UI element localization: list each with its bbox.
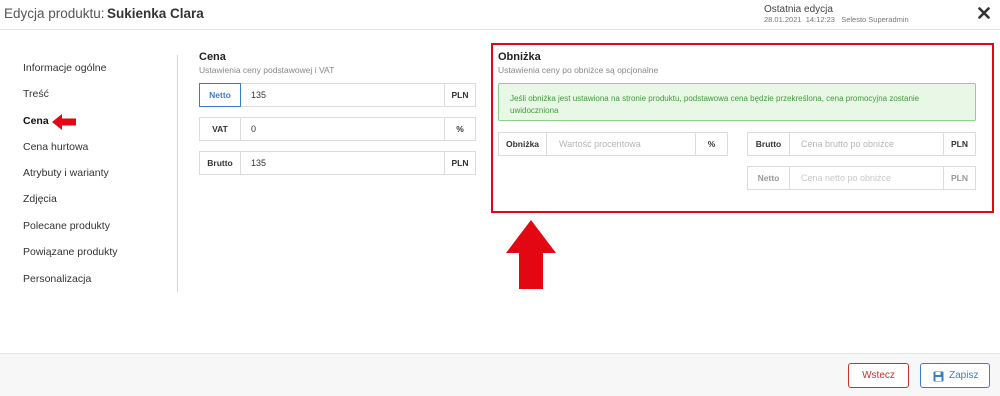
brutto-label: Brutto (200, 152, 241, 174)
sidebar-item-wholesale-price[interactable]: Cena hurtowa (23, 141, 88, 153)
price-section-title: Cena (199, 51, 226, 63)
discount-section-title: Obniżka (498, 51, 541, 63)
sidebar-item-recommended[interactable]: Polecane produkty (23, 220, 110, 232)
discount-netto-input[interactable]: Cena netto po obniżce (801, 167, 891, 189)
save-button-label: Zapisz (949, 370, 979, 381)
discount-brutto-unit: PLN (943, 133, 975, 155)
discount-netto-label: Netto (748, 167, 790, 189)
brutto-value[interactable]: 135 (251, 152, 266, 174)
last-edit-user: Selesto Superadmin (841, 15, 909, 24)
discount-percent-input[interactable]: Wartość procentowa (559, 133, 641, 155)
vat-value[interactable]: 0 (251, 118, 256, 140)
modal-header: Edycja produktu: Sukienka Clara Ostatnia… (0, 0, 1000, 30)
annotation-arrow-up-icon (506, 220, 556, 289)
discount-brutto-field[interactable]: Brutto Cena brutto po obniżce PLN (747, 132, 976, 156)
modal-footer: Wstecz Zapisz (0, 353, 1000, 396)
sidebar-item-related[interactable]: Powiązane produkty (23, 246, 118, 258)
netto-value[interactable]: 135 (251, 84, 266, 106)
netto-label: Netto (199, 83, 241, 107)
netto-unit: PLN (444, 84, 475, 106)
vat-label: VAT (200, 118, 241, 140)
brutto-unit: PLN (444, 152, 475, 174)
save-button[interactable]: Zapisz (920, 363, 990, 388)
sidebar-item-general-info[interactable]: Informacje ogólne (23, 62, 106, 74)
vat-unit: % (444, 118, 475, 140)
back-button[interactable]: Wstecz (848, 363, 909, 388)
last-edit-date: 28.01.2021 (764, 15, 802, 24)
last-edit-time: 14:12:23 (805, 15, 835, 24)
sidebar-item-price[interactable]: Cena (23, 115, 49, 127)
vat-field[interactable]: VAT 0 % (199, 117, 476, 141)
last-edit-meta: 28.01.2021 14:12:23 Selesto Superadmin (764, 15, 909, 24)
last-edit-title: Ostatnia edycja (764, 4, 833, 15)
close-icon[interactable] (976, 5, 992, 23)
netto-field[interactable]: Netto 135 PLN (199, 83, 476, 107)
discount-percent-field[interactable]: Obniżka Wartość procentowa % (498, 132, 728, 156)
brutto-field[interactable]: Brutto 135 PLN (199, 151, 476, 175)
discount-brutto-input[interactable]: Cena brutto po obniżce (801, 133, 894, 155)
discount-info-text: Jeśli obniżka jest ustawiona na stronie … (510, 94, 920, 115)
discount-netto-field[interactable]: Netto Cena netto po obniżce PLN (747, 166, 976, 190)
discount-percent-unit: % (695, 133, 727, 155)
floppy-disk-icon (933, 371, 944, 382)
discount-section-subtitle: Ustawienia ceny po obniżce są opcjonalne (498, 65, 659, 75)
discount-brutto-label: Brutto (748, 133, 790, 155)
price-section-subtitle: Ustawienia ceny podstawowej i VAT (199, 65, 335, 75)
sidebar-item-content[interactable]: Treść (23, 88, 49, 100)
discount-netto-unit: PLN (943, 167, 975, 189)
discount-info-alert: Jeśli obniżka jest ustawiona na stronie … (498, 83, 976, 121)
sidebar-item-personalization[interactable]: Personalizacja (23, 273, 91, 285)
discount-percent-label: Obniżka (499, 133, 547, 155)
sidebar-item-photos[interactable]: Zdjęcia (23, 193, 57, 205)
header-label: Edycja produktu: (4, 6, 105, 21)
annotation-arrow-left-icon (52, 114, 76, 130)
sidebar-item-attributes[interactable]: Atrybuty i warianty (23, 167, 109, 179)
product-name: Sukienka Clara (107, 6, 204, 21)
